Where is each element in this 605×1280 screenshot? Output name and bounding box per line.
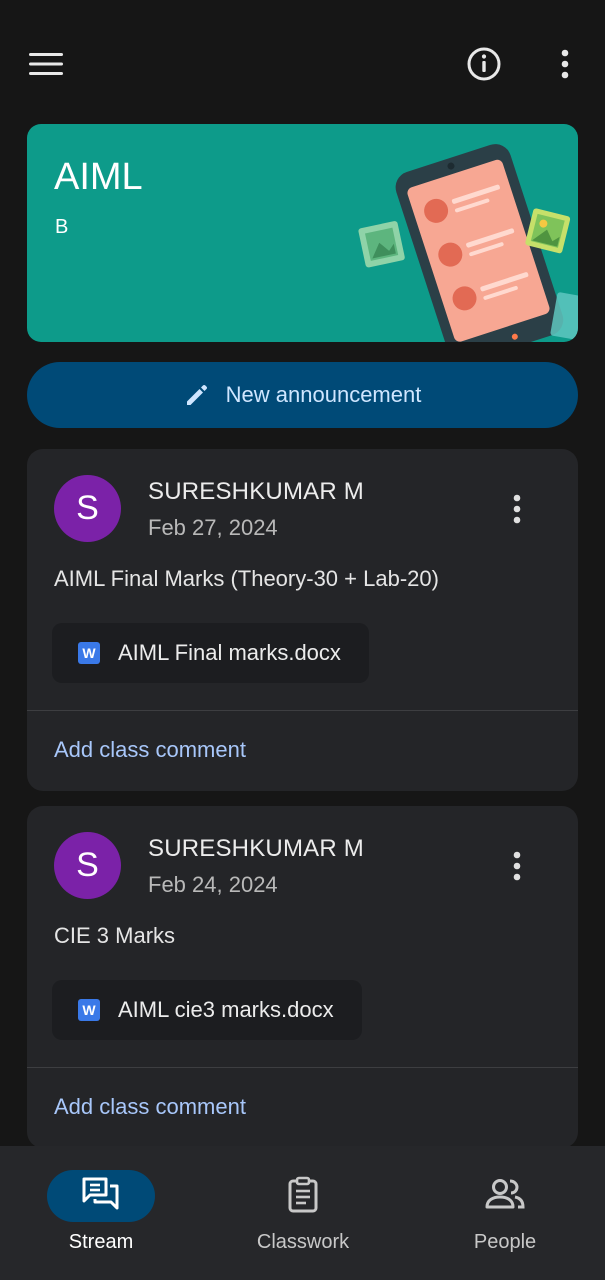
classwork-icon xyxy=(202,1176,404,1216)
word-doc-icon: W xyxy=(78,999,100,1021)
hamburger-menu-icon[interactable] xyxy=(22,40,70,88)
post-more-icon[interactable] xyxy=(497,485,537,533)
new-announcement-label: New announcement xyxy=(225,382,422,407)
nav-label-people: People xyxy=(473,1231,537,1253)
nav-item-stream[interactable]: Stream xyxy=(0,1146,202,1280)
avatar[interactable]: S xyxy=(54,475,121,542)
new-announcement-button[interactable]: New announcement xyxy=(27,362,578,428)
pencil-icon xyxy=(186,384,207,405)
stream-icon xyxy=(0,1176,202,1216)
post-text: CIE 3 Marks xyxy=(54,923,176,948)
post-author: SURESHKUMAR M xyxy=(148,478,364,505)
post-card[interactable]: S SURESHKUMAR M Feb 27, 2024 AIML Final … xyxy=(27,449,578,791)
post-date: Feb 24, 2024 xyxy=(148,872,278,897)
bottom-navigation: Stream Classwork People xyxy=(0,1146,605,1280)
divider xyxy=(27,710,578,711)
nav-item-classwork[interactable]: Classwork xyxy=(202,1146,404,1280)
add-class-comment-link[interactable]: Add class comment xyxy=(54,737,246,763)
class-title: AIML xyxy=(54,156,143,198)
nav-item-people[interactable]: People xyxy=(404,1146,605,1280)
nav-label-stream: Stream xyxy=(68,1231,134,1253)
divider xyxy=(27,1067,578,1068)
attachment-name: AIML Final marks.docx xyxy=(118,640,341,665)
post-more-icon[interactable] xyxy=(497,842,537,890)
post-author: SURESHKUMAR M xyxy=(148,835,364,862)
attachment-name: AIML cie3 marks.docx xyxy=(118,997,334,1022)
phone-illustration-icon xyxy=(358,144,578,342)
class-section: B xyxy=(55,216,69,238)
avatar[interactable]: S xyxy=(54,832,121,899)
post-date: Feb 27, 2024 xyxy=(148,515,278,540)
add-class-comment-link[interactable]: Add class comment xyxy=(54,1094,246,1120)
more-vertical-icon[interactable] xyxy=(541,40,589,88)
classroom-stream-screen: AIML B New announcement S SURESHKUMAR M … xyxy=(0,0,605,1280)
people-icon xyxy=(404,1176,605,1216)
top-app-bar xyxy=(0,0,605,124)
post-card[interactable]: S SURESHKUMAR M Feb 24, 2024 CIE 3 Marks… xyxy=(27,806,578,1148)
attachment-chip[interactable]: W AIML Final marks.docx xyxy=(52,623,369,683)
class-banner[interactable]: AIML B xyxy=(27,124,578,342)
word-doc-icon: W xyxy=(78,642,100,664)
post-text: AIML Final Marks (Theory-30 + Lab-20) xyxy=(54,566,439,591)
nav-label-classwork: Classwork xyxy=(256,1231,350,1253)
info-circle-icon[interactable] xyxy=(460,40,508,88)
attachment-chip[interactable]: W AIML cie3 marks.docx xyxy=(52,980,362,1040)
